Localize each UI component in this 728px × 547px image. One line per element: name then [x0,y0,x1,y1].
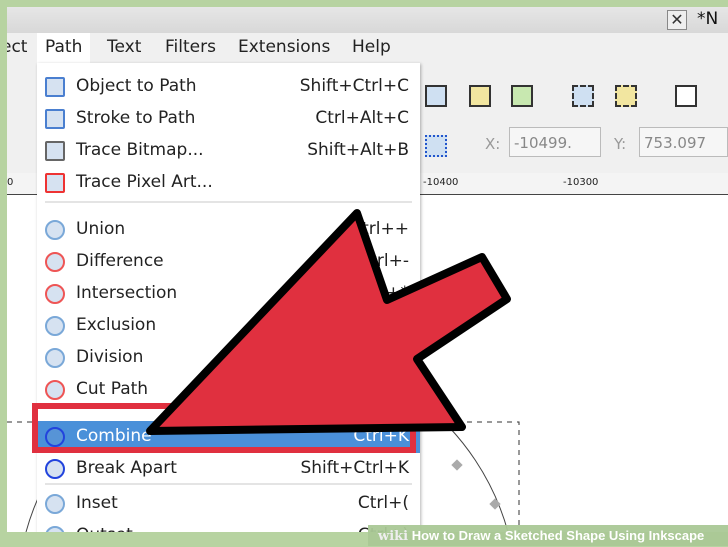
wiki-logo: wiki [378,529,409,544]
red-arrow-annotation [146,209,511,435]
caption-banner: wiki How to Draw a Sketched Shape Using … [368,525,728,546]
caption-text: How to Draw a Sketched Shape Using Inksc… [411,528,705,543]
inkscape-window: ✕ *N ect Path Text Filters Extensions He… [7,7,728,532]
